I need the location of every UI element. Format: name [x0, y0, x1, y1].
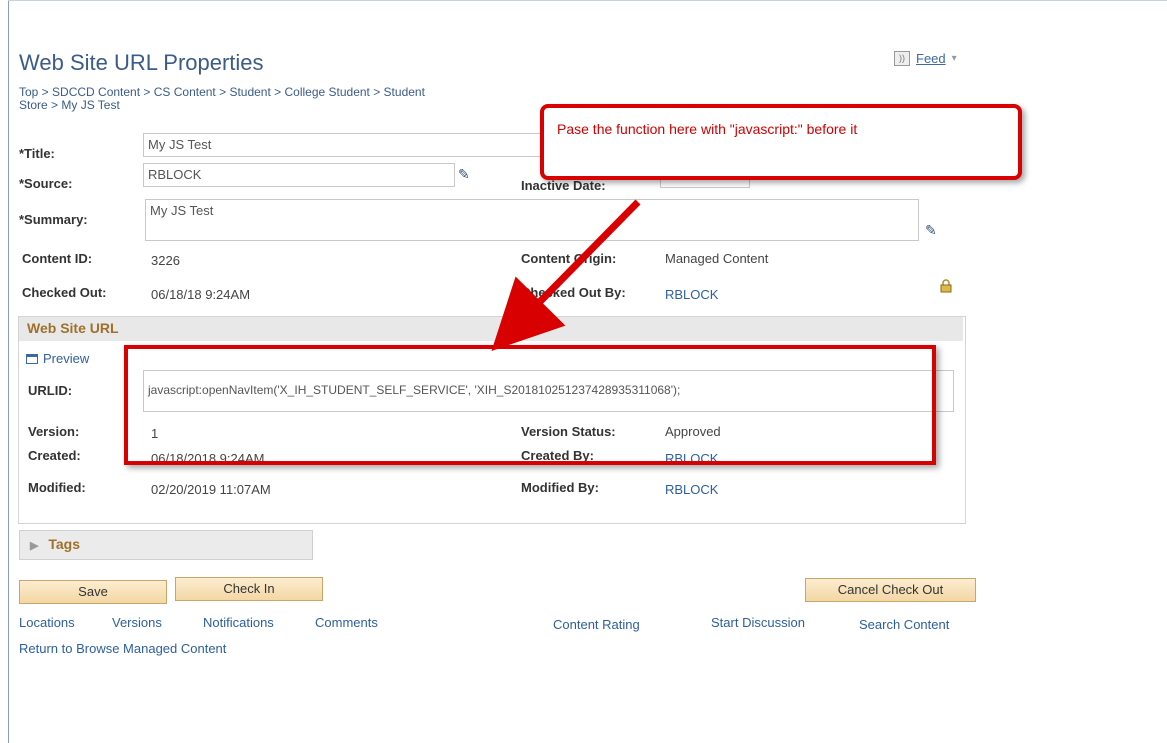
- annotation-arrow: [491, 199, 641, 351]
- arrow-line: [491, 199, 641, 351]
